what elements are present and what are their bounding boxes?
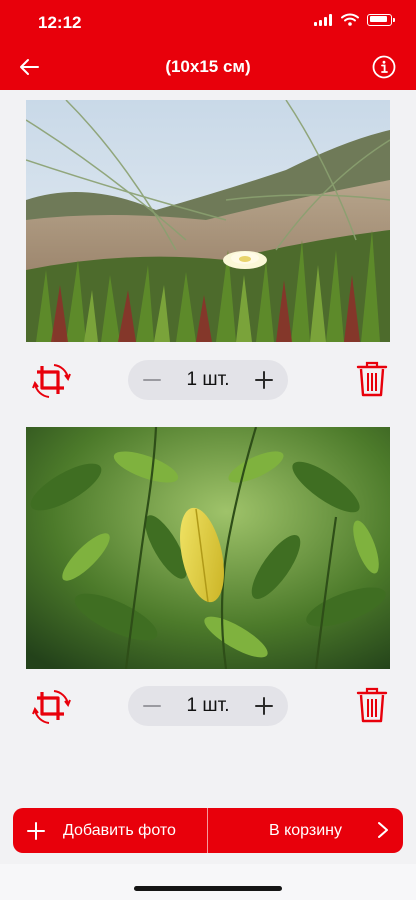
battery-icon [367,13,395,26]
increase-button[interactable] [252,368,276,392]
plus-icon [27,821,45,840]
home-indicator[interactable] [134,886,282,891]
plus-icon [255,371,273,389]
photo-preview[interactable] [26,427,390,669]
add-to-cart-button[interactable]: В корзину [208,808,403,853]
minus-icon [143,379,161,381]
home-area [0,864,416,900]
photo-controls: 1 шт. [0,358,416,402]
info-icon[interactable] [372,55,396,79]
status-icons [314,13,395,26]
add-photo-button[interactable]: Добавить фото [13,808,208,853]
photo-controls: 1 шт. [0,684,416,728]
cart-label: В корзину [268,821,343,839]
crop-rotate-icon[interactable] [32,688,72,726]
photo-preview[interactable] [26,100,390,342]
page-title: (10x15 см) [165,57,251,76]
quantity-stepper: 1 шт. [128,360,288,400]
bottom-action-bar: Добавить фото В корзину [13,808,403,853]
photo-image [26,100,390,342]
quantity-stepper: 1 шт. [128,686,288,726]
quantity-value: 1 шт. [186,369,230,390]
wifi-icon [341,13,359,26]
increase-button[interactable] [252,694,276,718]
trash-icon[interactable] [356,360,388,398]
trash-icon[interactable] [356,686,388,724]
decrease-button[interactable] [140,368,164,392]
cellular-signal-icon [314,13,332,26]
status-time: 12:12 [38,13,82,32]
quantity-value: 1 шт. [186,695,230,716]
plus-icon [255,697,273,715]
crop-rotate-icon[interactable] [32,362,72,400]
decrease-button[interactable] [140,694,164,718]
minus-icon [143,705,161,707]
photo-image [26,427,390,669]
chevron-right-icon [378,822,388,838]
add-photo-label: Добавить фото [63,821,176,839]
app-header: 12:12 (10x15 см) [0,0,416,90]
